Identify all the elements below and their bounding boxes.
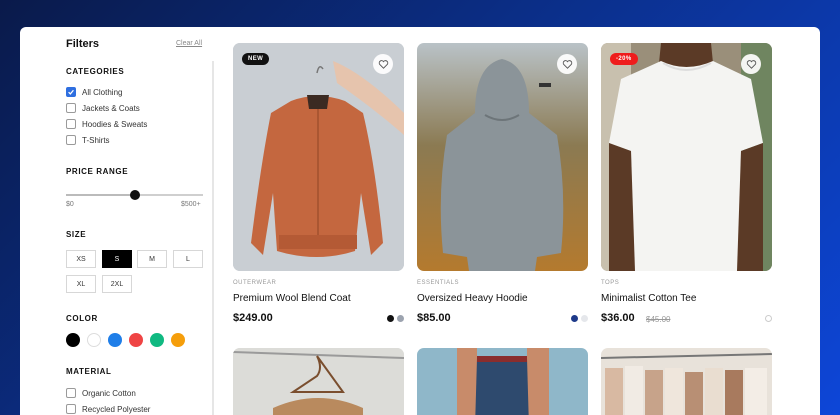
product-category: ESSENTIALS bbox=[417, 280, 460, 286]
product-name[interactable]: Premium Wool Blend Coat bbox=[233, 293, 351, 304]
slider-fill bbox=[66, 194, 135, 196]
color-dot[interactable] bbox=[571, 315, 578, 322]
product-image-row2-3[interactable] bbox=[601, 348, 772, 415]
heart-icon bbox=[378, 59, 388, 69]
swatch-black[interactable] bbox=[66, 333, 80, 347]
sidebar-divider bbox=[212, 61, 214, 415]
swatch-orange[interactable] bbox=[171, 333, 185, 347]
main-panel: Filters Clear All CATEGORIES All Clothin… bbox=[20, 27, 820, 415]
material-title: MATERIAL bbox=[66, 367, 112, 376]
category-jackets[interactable]: Jackets & Coats bbox=[66, 102, 140, 114]
swatch-white[interactable] bbox=[87, 333, 101, 347]
swatch-red[interactable] bbox=[129, 333, 143, 347]
slider-thumb[interactable] bbox=[129, 190, 140, 200]
category-label: Jackets & Coats bbox=[82, 103, 140, 113]
checkbox[interactable] bbox=[66, 388, 76, 398]
price-slider[interactable] bbox=[66, 190, 203, 200]
color-dots bbox=[387, 315, 404, 322]
tee-illustration bbox=[601, 43, 772, 271]
category-all-clothing[interactable]: All Clothing bbox=[66, 86, 122, 98]
favorite-button[interactable] bbox=[741, 54, 761, 74]
product-image-hoodie[interactable] bbox=[417, 43, 588, 271]
size-xs[interactable]: XS bbox=[66, 250, 96, 268]
category-label: All Clothing bbox=[82, 87, 123, 97]
categories-title: CATEGORIES bbox=[66, 67, 125, 76]
filters-sidebar: Filters Clear All CATEGORIES All Clothin… bbox=[66, 27, 206, 415]
product-price: $85.00 bbox=[417, 312, 451, 324]
material-label: Organic Cotton bbox=[82, 388, 136, 398]
material-recycled-polyester[interactable]: Recycled Polyester bbox=[66, 403, 150, 415]
checkbox[interactable] bbox=[66, 119, 76, 129]
category-label: T-Shirts bbox=[82, 135, 110, 145]
clear-all-link[interactable]: Clear All bbox=[176, 40, 202, 47]
size-m[interactable]: M bbox=[137, 250, 167, 268]
product-category: TOPS bbox=[601, 280, 620, 286]
product-name[interactable]: Oversized Heavy Hoodie bbox=[417, 293, 528, 304]
product-image-jacket[interactable]: NEW bbox=[233, 43, 404, 271]
product-image-row2-1[interactable] bbox=[233, 348, 404, 415]
product-badge: NEW bbox=[242, 53, 270, 65]
product-image-row2-2[interactable] bbox=[417, 348, 588, 415]
size-s[interactable]: S bbox=[102, 250, 132, 268]
swatch-green[interactable] bbox=[150, 333, 164, 347]
checkbox-checked[interactable] bbox=[66, 87, 76, 97]
color-dot[interactable] bbox=[397, 315, 404, 322]
product-name[interactable]: Minimalist Cotton Tee bbox=[601, 293, 696, 304]
checkbox[interactable] bbox=[66, 404, 76, 414]
clothing-rack-illustration bbox=[601, 348, 772, 415]
price-min-label: $0 bbox=[66, 201, 74, 208]
product-image-tee[interactable]: -20% bbox=[601, 43, 772, 271]
size-title: SIZE bbox=[66, 230, 87, 239]
product-category: OUTERWEAR bbox=[233, 280, 277, 286]
size-xl[interactable]: XL bbox=[66, 275, 96, 293]
hoodie-illustration bbox=[417, 43, 588, 271]
favorite-button[interactable] bbox=[373, 54, 393, 74]
color-dot[interactable] bbox=[387, 315, 394, 322]
color-dots bbox=[571, 315, 588, 322]
material-organic-cotton[interactable]: Organic Cotton bbox=[66, 387, 136, 399]
favorite-button[interactable] bbox=[557, 54, 577, 74]
color-dots bbox=[765, 315, 772, 322]
checkbox[interactable] bbox=[66, 103, 76, 113]
size-l[interactable]: L bbox=[173, 250, 203, 268]
jacket-illustration bbox=[233, 43, 404, 271]
swatch-blue[interactable] bbox=[108, 333, 122, 347]
color-dot[interactable] bbox=[581, 315, 588, 322]
discount-badge: -20% bbox=[610, 53, 638, 65]
heart-icon bbox=[562, 59, 572, 69]
heart-icon bbox=[746, 59, 756, 69]
color-title: COLOR bbox=[66, 314, 98, 323]
category-label: Hoodies & Sweats bbox=[82, 119, 148, 129]
size-2xl[interactable]: 2XL bbox=[102, 275, 132, 293]
color-dot[interactable] bbox=[765, 315, 772, 322]
product-old-price: $45.00 bbox=[646, 315, 671, 324]
checkbox[interactable] bbox=[66, 135, 76, 145]
price-max-label: $500+ bbox=[181, 201, 201, 208]
product-price: $249.00 bbox=[233, 312, 273, 324]
material-label: Recycled Polyester bbox=[82, 404, 151, 414]
price-range-title: PRICE RANGE bbox=[66, 167, 129, 176]
category-tshirts[interactable]: T-Shirts bbox=[66, 134, 110, 146]
hanger-illustration bbox=[233, 348, 404, 415]
category-hoodies[interactable]: Hoodies & Sweats bbox=[66, 118, 147, 130]
check-icon bbox=[68, 89, 74, 95]
product-price: $36.00 bbox=[601, 312, 635, 324]
filters-title: Filters bbox=[66, 38, 100, 50]
denim-illustration bbox=[417, 348, 588, 415]
